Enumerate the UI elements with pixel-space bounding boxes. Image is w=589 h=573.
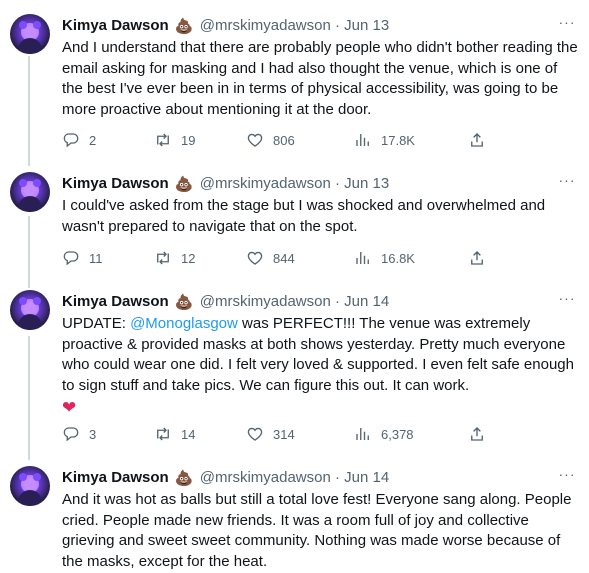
share-button[interactable]	[468, 248, 486, 268]
author-handle[interactable]: @mrskimyadawson	[200, 293, 331, 310]
tweet-header: Kimya Dawson 💩 @mrskimyadawson · Jun 13	[62, 16, 582, 36]
reply-icon	[63, 427, 79, 442]
share-icon	[471, 251, 483, 265]
retweet-icon	[157, 133, 169, 147]
more-options-icon[interactable]: ···	[557, 14, 577, 34]
reply-count: 3	[89, 426, 97, 442]
more-options-icon[interactable]: ···	[557, 466, 577, 486]
tweet-actions: 3 14 314 6,378	[62, 424, 492, 444]
tweet-header: Kimya Dawson 💩 @mrskimyadawson · Jun 13	[62, 174, 582, 194]
author-name[interactable]: Kimya Dawson	[62, 17, 169, 34]
views-icon	[356, 428, 369, 440]
tweet[interactable]: Kimya Dawson 💩 @mrskimyadawson · Jun 14 …	[0, 290, 589, 450]
separator-dot: ·	[335, 293, 340, 310]
more-options-icon[interactable]: ···	[557, 290, 577, 310]
red-heart-emoji-icon: ❤	[62, 398, 77, 417]
like-button[interactable]: 806	[246, 130, 295, 150]
tweet-actions: 2 19 806 17.8K	[62, 130, 492, 150]
tweet-actions: 11 12 844 16.8K	[62, 248, 492, 268]
tweet-text-prefix: UPDATE:	[62, 315, 131, 332]
like-count: 314	[273, 426, 295, 442]
retweet-button[interactable]: 12	[154, 248, 195, 268]
tweet-date[interactable]: Jun 14	[344, 469, 389, 486]
heart-icon	[247, 251, 263, 265]
reply-button[interactable]: 3	[62, 424, 96, 444]
tweet-text: I could've asked from the stage but I wa…	[62, 197, 546, 235]
author-name[interactable]: Kimya Dawson	[62, 469, 169, 486]
views-button[interactable]: 6,378	[354, 424, 414, 444]
like-button[interactable]: 844	[246, 248, 295, 268]
views-button[interactable]: 17.8K	[354, 130, 415, 150]
reply-icon	[63, 133, 79, 148]
heart-icon	[247, 133, 263, 147]
tweet-text: And I understand that there are probably…	[62, 39, 578, 118]
like-button[interactable]: 314	[246, 424, 295, 444]
retweet-icon	[157, 251, 169, 265]
poop-emoji-icon: 💩	[174, 294, 194, 311]
retweet-button[interactable]: 14	[154, 424, 195, 444]
share-icon	[471, 133, 483, 147]
tweet-header: Kimya Dawson 💩 @mrskimyadawson · Jun 14	[62, 292, 582, 312]
poop-emoji-icon: 💩	[174, 18, 194, 35]
tweet-header: Kimya Dawson 💩 @mrskimyadawson · Jun 14	[62, 468, 582, 488]
tweet-date[interactable]: Jun 14	[344, 293, 389, 310]
mention-link[interactable]: @Monoglasgow	[130, 315, 238, 332]
author-name[interactable]: Kimya Dawson	[62, 175, 169, 192]
tweet[interactable]: Kimya Dawson 💩 @mrskimyadawson · Jun 13 …	[0, 172, 589, 272]
retweet-count: 14	[181, 426, 196, 442]
share-button[interactable]	[468, 130, 486, 150]
poop-emoji-icon: 💩	[174, 176, 194, 193]
tweet-text: UPDATE: @Monoglasgow was PERFECT!!! The …	[62, 314, 580, 420]
view-count: 17.8K	[381, 132, 415, 148]
separator-dot: ·	[335, 17, 340, 34]
views-button[interactable]: 16.8K	[354, 248, 415, 268]
poop-emoji-icon: 💩	[174, 470, 194, 487]
retweet-icon	[157, 427, 169, 441]
like-count: 806	[273, 132, 295, 148]
separator-dot: ·	[335, 175, 340, 192]
retweet-button[interactable]: 19	[154, 130, 195, 150]
tweet-date[interactable]: Jun 13	[344, 175, 389, 192]
reply-button[interactable]: 11	[62, 248, 103, 268]
reply-count: 2	[89, 132, 97, 148]
tweet-text: And it was hot as balls but still a tota…	[62, 491, 572, 570]
view-count: 6,378	[381, 426, 414, 442]
avatar[interactable]	[10, 466, 50, 506]
views-icon	[356, 134, 369, 146]
tweet[interactable]: Kimya Dawson 💩 @mrskimyadawson · Jun 13 …	[0, 14, 589, 154]
share-icon	[471, 427, 483, 441]
author-handle[interactable]: @mrskimyadawson	[200, 17, 331, 34]
share-button[interactable]	[468, 424, 486, 444]
retweet-count: 19	[181, 132, 196, 148]
reply-button[interactable]: 2	[62, 130, 96, 150]
reply-icon	[63, 251, 79, 266]
author-name[interactable]: Kimya Dawson	[62, 293, 169, 310]
avatar[interactable]	[10, 172, 50, 212]
view-count: 16.8K	[381, 250, 415, 266]
more-options-icon[interactable]: ···	[557, 172, 577, 192]
author-handle[interactable]: @mrskimyadawson	[200, 469, 331, 486]
like-count: 844	[273, 250, 295, 266]
avatar[interactable]	[10, 290, 50, 330]
author-handle[interactable]: @mrskimyadawson	[200, 175, 331, 192]
tweet-date[interactable]: Jun 13	[344, 17, 389, 34]
heart-icon	[247, 427, 263, 441]
separator-dot: ·	[335, 469, 340, 486]
tweet[interactable]: Kimya Dawson 💩 @mrskimyadawson · Jun 14 …	[0, 466, 589, 573]
views-icon	[356, 252, 369, 264]
reply-count: 11	[89, 250, 103, 266]
retweet-count: 12	[181, 250, 196, 266]
avatar[interactable]	[10, 14, 50, 54]
